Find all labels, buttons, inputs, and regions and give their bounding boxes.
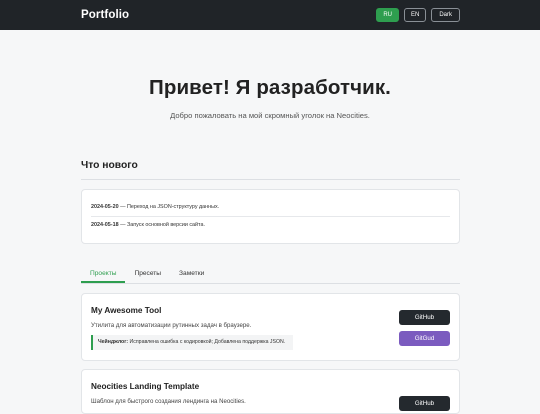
hero-subtitle: Добро пожаловать на мой скромный уголок …: [170, 111, 370, 120]
news-date: 2024-05-18: [91, 222, 119, 228]
gitgud-button[interactable]: GitGud: [399, 331, 450, 346]
tab-presets[interactable]: Пресеты: [125, 264, 170, 283]
github-button[interactable]: GitHub: [399, 396, 450, 411]
header-actions: RU EN Dark: [376, 8, 460, 22]
news-section-title: Что нового: [81, 160, 460, 180]
project-card: Neocities Landing Template Шаблон для бы…: [81, 369, 460, 414]
news-text: — Переход на JSON-структуру данных.: [118, 204, 220, 210]
hero-section: Привет! Я разработчик. Добро пожаловать …: [0, 76, 540, 120]
news-card: 2024-05-20 — Переход на JSON-структуру д…: [81, 189, 460, 244]
news-text: — Запуск основной версии сайта.: [118, 222, 205, 228]
tab-notes[interactable]: Заметки: [170, 264, 213, 283]
site-brand[interactable]: Portfolio: [81, 9, 129, 21]
hero-title: Привет! Я разработчик.: [149, 76, 391, 99]
tab-bar: Проекты Пресеты Заметки: [81, 264, 460, 284]
theme-toggle-button[interactable]: Dark: [431, 8, 460, 22]
changelog-label: Чейнджлог:: [98, 339, 129, 345]
project-description: Шаблон для быстрого создания лендинга на…: [91, 398, 246, 405]
project-description: Утилита для автоматизации рутинных задач…: [91, 322, 252, 329]
changelog-text: Исправлена ошибка с кодировкой; Добавлен…: [128, 339, 286, 345]
news-divider: [91, 216, 450, 217]
lang-ru-button[interactable]: RU: [376, 8, 399, 22]
news-item: 2024-05-20 — Переход на JSON-структуру д…: [91, 202, 450, 213]
github-button[interactable]: GitHub: [399, 310, 450, 325]
news-item: 2024-05-18 — Запуск основной версии сайт…: [91, 220, 450, 231]
tab-projects[interactable]: Проекты: [81, 264, 126, 283]
top-navbar: Portfolio RU EN Dark: [0, 0, 540, 30]
project-card: My Awesome Tool Утилита для автоматизаци…: [81, 293, 460, 361]
project-changelog: Чейнджлог: Исправлена ошибка с кодировко…: [91, 335, 294, 350]
lang-en-button[interactable]: EN: [403, 8, 427, 22]
news-date: 2024-05-20: [91, 204, 119, 210]
project-title: My Awesome Tool: [91, 306, 162, 315]
project-title: Neocities Landing Template: [91, 382, 200, 391]
